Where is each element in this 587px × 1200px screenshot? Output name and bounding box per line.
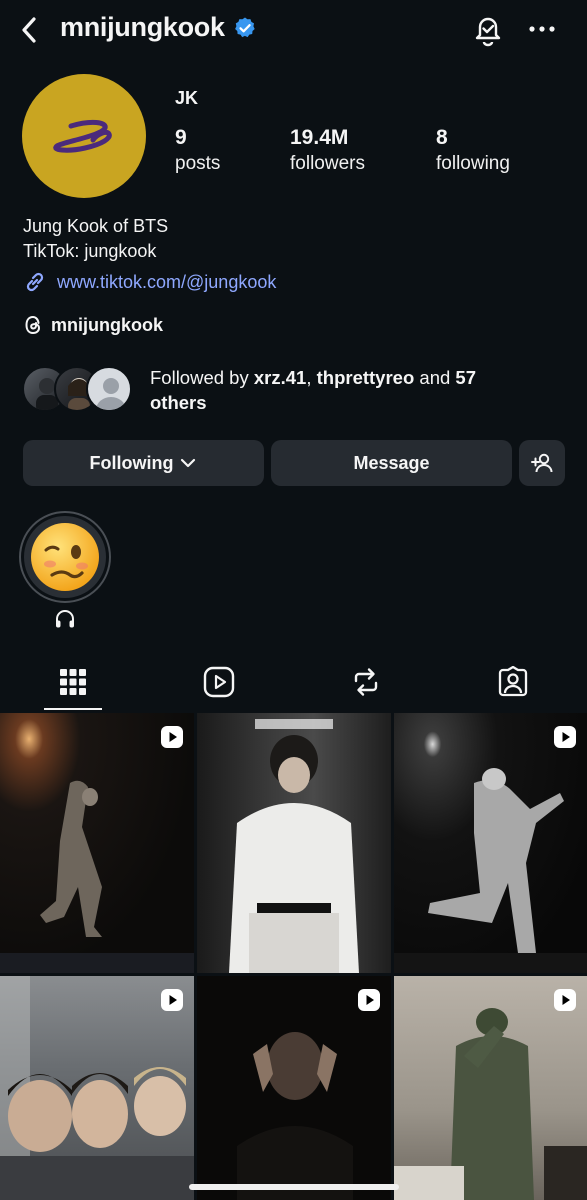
post-thumbnail[interactable]: [0, 713, 194, 973]
tagged-person-icon: [498, 666, 528, 697]
message-button[interactable]: Message: [271, 440, 512, 486]
post-thumbnail[interactable]: [394, 976, 587, 1200]
posts-label: posts: [175, 153, 221, 174]
chevron-left-icon: [22, 17, 36, 43]
threads-icon: [25, 315, 41, 335]
following-label: following: [436, 153, 510, 174]
tab-tagged[interactable]: [483, 655, 543, 709]
threads-handle: mnijungkook: [51, 314, 163, 335]
post-image-dancer: [394, 768, 587, 973]
verified-badge-icon: [234, 17, 255, 37]
notifications-button[interactable]: [470, 11, 506, 49]
story-highlight[interactable]: [19, 511, 111, 603]
post-thumbnail[interactable]: [394, 713, 587, 973]
woozy-face-emoji-icon: [31, 523, 99, 591]
reel-badge-icon: [161, 989, 183, 1011]
external-link[interactable]: www.tiktok.com/@jungkook: [23, 270, 276, 294]
notification-bell-icon: [475, 17, 501, 47]
following-stat[interactable]: 8 following: [436, 125, 510, 177]
profile-avatar[interactable]: [22, 74, 146, 198]
followers-label: followers: [290, 153, 365, 174]
back-button[interactable]: [14, 14, 44, 46]
profile-username-title: mnijungkook: [60, 12, 257, 43]
bio-line-2: TikTok: jungkook: [23, 241, 157, 261]
posts-grid: [0, 713, 587, 1200]
post-image-portrait: [229, 719, 359, 973]
followed-count: 57: [455, 367, 476, 388]
tab-grid[interactable]: [43, 655, 103, 709]
suggested-users-button[interactable]: [519, 440, 565, 486]
post-thumbnail[interactable]: [0, 976, 194, 1200]
post-image-dancer: [0, 780, 194, 973]
followed-and: and: [414, 367, 456, 388]
grid-icon: [60, 669, 86, 695]
mutual-followers-avatars[interactable]: [22, 366, 142, 414]
highlight-cover: [24, 516, 106, 598]
bio: Jung Kook of BTS TikTok: jungkook: [23, 214, 168, 264]
followed-others: others: [150, 392, 207, 413]
message-button-label: Message: [353, 452, 430, 473]
add-user-icon: [531, 453, 553, 473]
display-name: JK: [175, 88, 199, 108]
reel-badge-icon: [161, 726, 183, 748]
repost-icon: [354, 668, 378, 696]
followed-user-1[interactable]: xrz.41: [254, 367, 306, 388]
followed-by-text[interactable]: Followed by xrz.41, thprettyreo and 57 ot…: [150, 365, 570, 415]
post-thumbnail[interactable]: [197, 976, 391, 1200]
link-icon: [26, 272, 44, 292]
post-thumbnail[interactable]: [197, 713, 391, 973]
top-bar: mnijungkook: [0, 0, 587, 60]
chevron-down-icon: [181, 458, 196, 468]
mutual-avatar-3: [86, 366, 132, 412]
active-tab-indicator: [44, 708, 102, 710]
link-text: www.tiktok.com/@jungkook: [57, 271, 277, 292]
threads-badge[interactable]: mnijungkook: [23, 314, 163, 336]
followed-prefix: Followed by: [150, 367, 254, 388]
more-options-button[interactable]: [524, 14, 560, 44]
following-button[interactable]: Following: [23, 440, 264, 486]
following-count: 8: [436, 126, 448, 149]
reel-badge-icon: [554, 989, 576, 1011]
headphones-icon: [56, 610, 74, 628]
tab-reposts[interactable]: [336, 655, 396, 709]
followers-count: 19.4M: [290, 126, 349, 149]
profile-logo-image: [53, 119, 112, 153]
reel-badge-icon: [554, 726, 576, 748]
posts-count: 9: [175, 126, 187, 149]
more-horizontal-icon: [529, 26, 555, 32]
followed-user-2[interactable]: thprettyreo: [317, 367, 415, 388]
username-text: mnijungkook: [60, 12, 225, 42]
tab-reels[interactable]: [189, 655, 249, 709]
reel-badge-icon: [358, 989, 380, 1011]
home-indicator[interactable]: [189, 1184, 399, 1190]
posts-stat[interactable]: 9 posts: [175, 125, 220, 177]
bio-line-1: Jung Kook of BTS: [23, 216, 169, 236]
following-button-label: Following: [89, 452, 174, 473]
reels-icon: [203, 666, 235, 698]
followers-stat[interactable]: 19.4M followers: [290, 125, 365, 177]
profile-tabs: [0, 655, 587, 711]
followed-sep: ,: [306, 367, 317, 388]
